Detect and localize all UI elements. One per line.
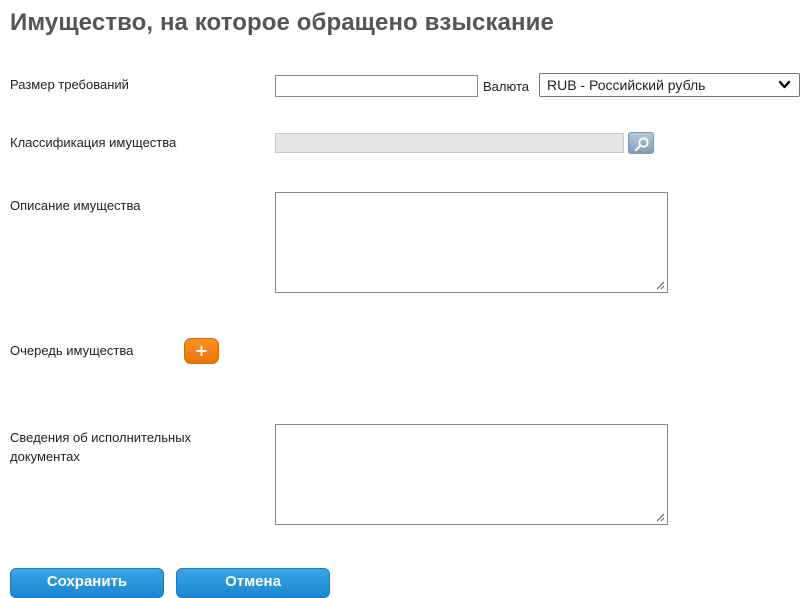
currency-select[interactable]: RUB - Российский рубль — [539, 73, 800, 97]
cancel-button[interactable]: Отмена — [176, 568, 330, 598]
search-icon — [634, 137, 649, 152]
property-queue-label: Очередь имущества — [10, 343, 134, 358]
property-classification-label: Классификация имущества — [10, 135, 177, 150]
chevron-down-icon — [778, 80, 791, 89]
currency-selected-value: RUB - Российский рубль — [547, 77, 706, 93]
enforcement-documents-label: Сведения об исполнительных документах — [10, 430, 192, 464]
page-title: Имущество, на которое обращено взыскание — [10, 9, 554, 36]
save-button[interactable]: Сохранить — [10, 568, 164, 598]
property-description-label: Описание имущества — [10, 198, 141, 213]
property-description-textarea[interactable] — [275, 192, 668, 293]
claim-amount-label: Размер требований — [10, 77, 129, 92]
enforcement-documents-textarea[interactable] — [275, 424, 668, 525]
resize-grip-icon[interactable] — [655, 280, 665, 290]
resize-grip-icon[interactable] — [655, 512, 665, 522]
claim-amount-input[interactable] — [275, 75, 478, 97]
property-classification-field — [275, 133, 624, 153]
search-button[interactable] — [628, 132, 654, 154]
plus-icon: + — [194, 341, 209, 360]
currency-label: Валюта — [483, 79, 529, 94]
add-queue-button[interactable]: + — [184, 338, 219, 364]
